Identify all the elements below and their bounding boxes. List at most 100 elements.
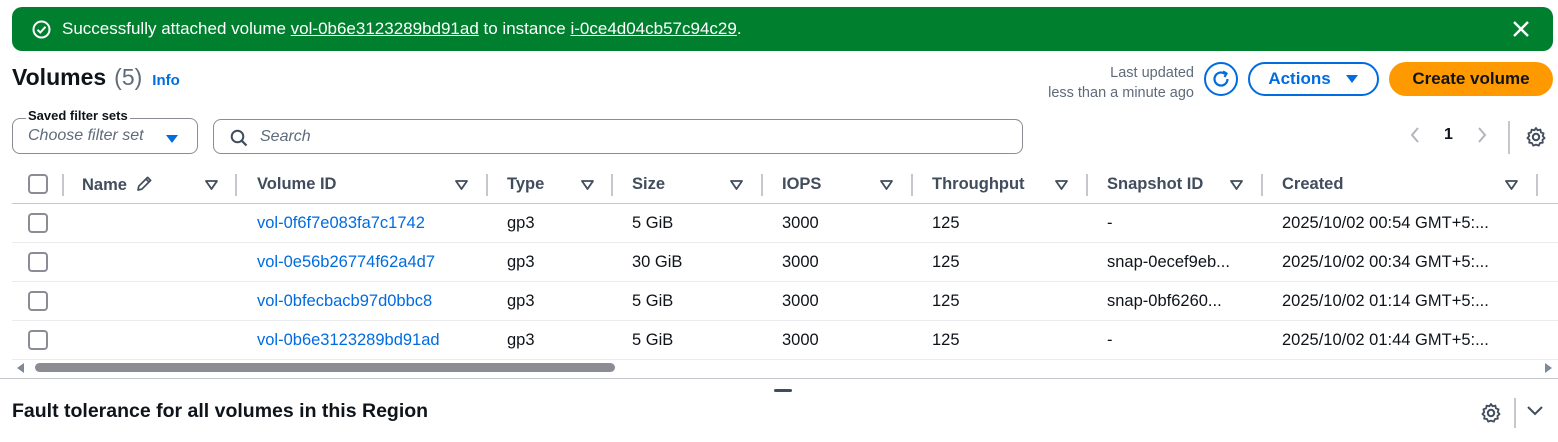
last-updated-label: Last updated: [1110, 65, 1194, 81]
table-row[interactable]: vol-0bfecbacb97d0bbc8 gp3 5 GiB 3000 125…: [12, 282, 1558, 321]
sort-icon[interactable]: [581, 180, 594, 190]
refresh-icon: [1213, 70, 1229, 87]
cell-throughput: 125: [932, 331, 960, 349]
cell-size: 5 GiB: [632, 292, 674, 310]
cell-size: 5 GiB: [632, 214, 674, 232]
cell-size: 30 GiB: [632, 253, 683, 271]
last-updated-value: less than a minute ago: [1048, 85, 1194, 101]
row-checkbox[interactable]: [28, 252, 48, 272]
cell-throughput: 125: [932, 292, 960, 310]
page-header: Volumes (5) Info: [12, 64, 180, 91]
actions-label: Actions: [1268, 69, 1331, 88]
cell-volume-id-link[interactable]: vol-0bfecbacb97d0bbc8: [257, 292, 432, 311]
column-header-name[interactable]: Name: [82, 175, 153, 195]
gear-icon[interactable]: [1525, 126, 1547, 153]
column-header-type[interactable]: Type: [507, 175, 544, 194]
column-separator: [1261, 174, 1263, 196]
scrollbar-thumb[interactable]: [35, 363, 615, 372]
column-header-iops[interactable]: IOPS: [782, 175, 821, 194]
column-separator: [761, 174, 763, 196]
sort-icon[interactable]: [880, 180, 893, 190]
column-header-snapshot-id[interactable]: Snapshot ID: [1107, 175, 1203, 194]
cell-type: gp3: [507, 253, 535, 271]
gear-icon[interactable]: [1480, 402, 1502, 429]
cell-throughput: 125: [932, 253, 960, 271]
create-volume-button[interactable]: Create volume: [1389, 62, 1553, 96]
cell-snapshot-id: -: [1107, 214, 1113, 232]
select-all-checkbox[interactable]: [28, 174, 48, 194]
column-separator: [1536, 174, 1538, 196]
chevron-left-icon[interactable]: [1406, 124, 1424, 146]
chevron-right-icon[interactable]: [1473, 124, 1491, 146]
horizontal-scrollbar[interactable]: [12, 360, 1558, 376]
table-row[interactable]: vol-0b6e3123289bd91ad gp3 5 GiB 3000 125…: [12, 321, 1558, 360]
sort-icon[interactable]: [730, 180, 743, 190]
caret-down-icon: [165, 131, 179, 149]
column-header-size[interactable]: Size: [632, 175, 665, 194]
cell-snapshot-id: snap-0ecef9eb...: [1107, 253, 1230, 271]
flash-instance-link[interactable]: i-0ce4d04cb57c94c29: [570, 19, 736, 39]
sort-icon[interactable]: [205, 180, 218, 190]
actions-button[interactable]: Actions: [1248, 62, 1379, 96]
sort-icon[interactable]: [1505, 180, 1518, 190]
cell-created: 2025/10/02 00:54 GMT+5:...: [1282, 214, 1489, 232]
column-separator: [62, 174, 64, 196]
row-checkbox[interactable]: [28, 213, 48, 233]
volume-count: (5): [114, 64, 143, 90]
refresh-button[interactable]: [1204, 62, 1238, 96]
scroll-left-arrow[interactable]: [17, 363, 24, 373]
info-link[interactable]: Info: [152, 72, 180, 89]
search-input[interactable]: Search: [213, 119, 1023, 154]
split-panel-divider: [0, 378, 1558, 379]
cell-iops: 3000: [782, 214, 819, 232]
cell-volume-id-link[interactable]: vol-0b6e3123289bd91ad: [257, 331, 440, 350]
column-header-volume-id[interactable]: Volume ID: [257, 175, 336, 194]
cell-snapshot-id: -: [1107, 331, 1113, 349]
flash-middle: to instance: [478, 19, 571, 38]
saved-filter-label: Saved filter sets: [26, 108, 130, 123]
cell-iops: 3000: [782, 292, 819, 310]
saved-filter-placeholder: Choose filter set: [28, 127, 144, 144]
current-page[interactable]: 1: [1444, 126, 1453, 144]
page-title: Volumes: [12, 64, 107, 90]
cell-throughput: 125: [932, 214, 960, 232]
cell-iops: 3000: [782, 331, 819, 349]
cell-type: gp3: [507, 292, 535, 310]
pencil-icon: [136, 176, 151, 191]
split-panel-resize-handle[interactable]: [774, 389, 792, 392]
cell-type: gp3: [507, 214, 535, 232]
sort-icon[interactable]: [455, 180, 468, 190]
caret-down-icon: [1345, 75, 1358, 83]
cell-size: 5 GiB: [632, 331, 674, 349]
column-separator: [911, 174, 913, 196]
column-header-throughput[interactable]: Throughput: [932, 175, 1025, 194]
scroll-right-arrow[interactable]: [1545, 363, 1552, 373]
volumes-table: Name Volume ID Type Size IOPS Throughput…: [12, 166, 1558, 360]
column-header-created[interactable]: Created: [1282, 175, 1343, 194]
column-separator: [1086, 174, 1088, 196]
column-separator: [486, 174, 488, 196]
close-icon[interactable]: [1511, 19, 1531, 39]
flash-prefix: Successfully attached volume: [62, 19, 291, 38]
row-checkbox[interactable]: [28, 330, 48, 350]
flash-volume-link[interactable]: vol-0b6e3123289bd91ad: [291, 19, 479, 39]
chevron-down-icon[interactable]: [1526, 404, 1544, 422]
row-checkbox[interactable]: [28, 291, 48, 311]
sort-icon[interactable]: [1055, 180, 1068, 190]
success-flash-banner: Successfully attached volume vol-0b6e312…: [12, 7, 1553, 51]
flash-suffix: .: [736, 19, 742, 38]
column-separator: [235, 174, 237, 196]
table-row[interactable]: vol-0f6f7e083fa7c1742 gp3 5 GiB 3000 125…: [12, 204, 1558, 243]
sort-icon[interactable]: [1230, 180, 1243, 190]
split-panel-title: Fault tolerance for all volumes in this …: [12, 400, 429, 422]
column-separator: [611, 174, 613, 196]
cell-type: gp3: [507, 331, 535, 349]
table-row[interactable]: vol-0e56b26774f62a4d7 gp3 30 GiB 3000 12…: [12, 243, 1558, 282]
panel-divider: [1514, 398, 1516, 428]
cell-iops: 3000: [782, 253, 819, 271]
cell-volume-id-link[interactable]: vol-0e56b26774f62a4d7: [257, 253, 435, 272]
saved-filter-select[interactable]: Choose filter set: [12, 118, 198, 154]
last-updated: Last updated less than a minute ago: [1048, 63, 1194, 103]
cell-snapshot-id: snap-0bf6260...: [1107, 292, 1222, 310]
cell-volume-id-link[interactable]: vol-0f6f7e083fa7c1742: [257, 214, 425, 233]
